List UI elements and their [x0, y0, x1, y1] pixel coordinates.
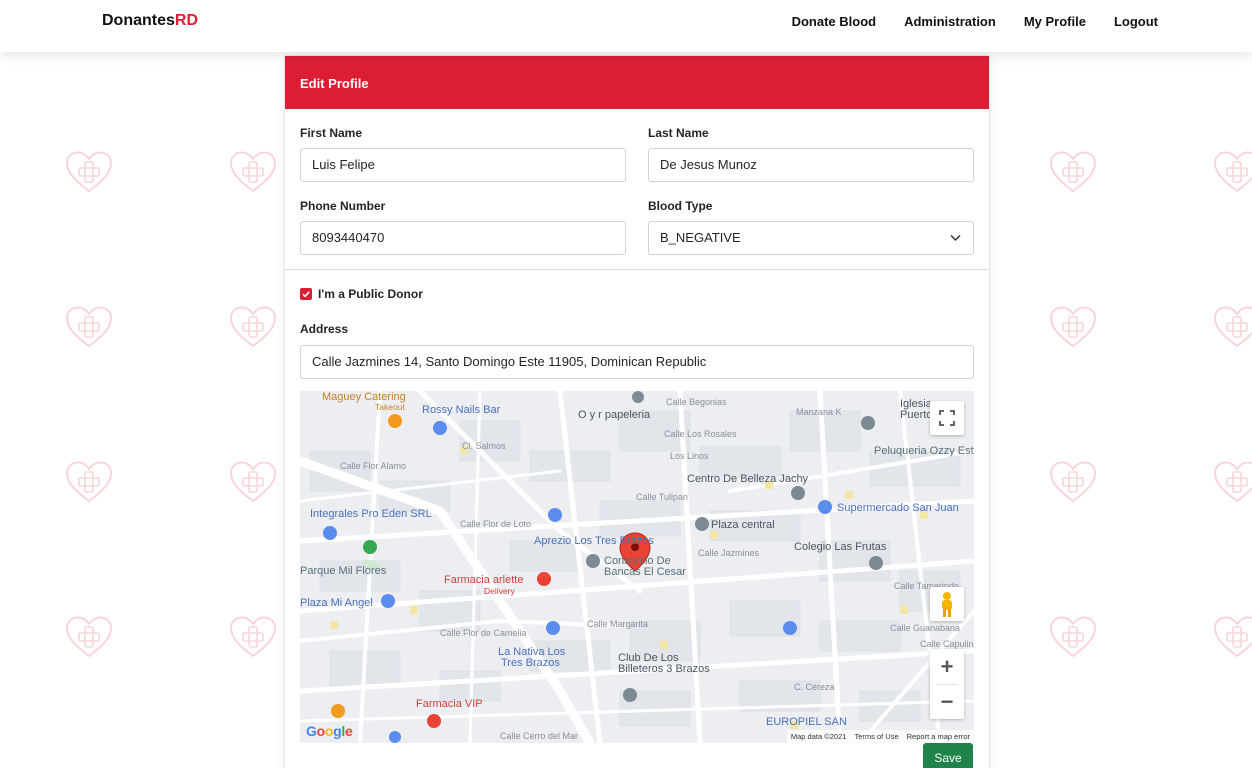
map-zoom-control: + −: [930, 649, 964, 719]
map-label-rossy: Rossy Nails Bar: [422, 404, 501, 416]
nav-links: Donate Blood Administration My Profile L…: [792, 14, 1158, 29]
heart-plus-icon: [1212, 615, 1252, 659]
street-cerro: Calle Cerro del Mar: [500, 731, 579, 741]
map-zoom-out-button[interactable]: −: [930, 684, 964, 719]
heart-plus-icon: [228, 305, 278, 349]
map-attribution: Map data ©2021 Terms of Use Report a map…: [786, 730, 974, 743]
last-name-input[interactable]: De Jesus Munoz: [648, 148, 974, 182]
map-street-view-button[interactable]: [930, 587, 964, 621]
street-rosales: Calle Los Rosales: [664, 429, 737, 439]
nav-donate-blood[interactable]: Donate Blood: [792, 14, 877, 29]
street-manzana: Manzana K: [796, 407, 842, 417]
street-begonias: Calle Begonias: [666, 397, 727, 407]
location-map[interactable]: Maguey Catering Takeout Rossy Nails Bar …: [300, 391, 974, 743]
checkbox-checked-icon: [302, 291, 310, 298]
street-cereza: C. Cereza: [794, 682, 835, 692]
public-donor-checkbox[interactable]: [300, 288, 312, 300]
brand-name-part2: RD: [174, 12, 199, 29]
heart-plus-icon: [1048, 460, 1098, 504]
map-label-puerto: Puerto: [900, 409, 933, 421]
street-guanabana: Calle Guanabana: [890, 623, 961, 633]
street-capulin: Calle Capulin: [920, 639, 974, 649]
top-navbar: DonantesRD Donate Blood Administration M…: [0, 0, 1252, 52]
heart-plus-icon: [1048, 305, 1098, 349]
section-divider: [285, 269, 989, 270]
fullscreen-icon: [939, 410, 955, 426]
map-label-integrales: Integrales Pro Eden SRL: [310, 508, 432, 520]
heart-plus-icon: [1212, 460, 1252, 504]
heart-plus-icon: [64, 150, 114, 194]
pegman-icon: [942, 592, 952, 617]
blood-type-label: Blood Type: [648, 199, 713, 213]
map-label-supermercado: Supermercado San Juan: [837, 502, 959, 514]
map-label-colegio: Colegio Las Frutas: [794, 541, 887, 553]
heart-plus-icon: [64, 615, 114, 659]
map-label-centro: Centro De Belleza Jachy: [687, 473, 809, 485]
chevron-down-icon: [950, 234, 961, 242]
heart-plus-icon: [1212, 305, 1252, 349]
nav-my-profile[interactable]: My Profile: [1024, 14, 1086, 29]
map-data-text: Map data ©2021: [790, 732, 847, 741]
google-logo: Google: [306, 723, 353, 739]
street-linos: Los Linos: [670, 451, 709, 461]
map-label-nativa-2: Tres Brazos: [501, 657, 560, 669]
map-label-plaza-angel: Plaza Mi Angel: [300, 597, 373, 609]
street-salmos: Cl. Salmos: [462, 441, 506, 451]
first-name-input[interactable]: Luis Felipe: [300, 148, 626, 182]
heart-plus-icon: [228, 150, 278, 194]
map-label-consorcio-2: Bancas El Cesar: [604, 566, 686, 578]
map-label-plaza-central: Plaza central: [711, 519, 775, 531]
street-jazmines: Calle Jazmines: [698, 548, 760, 558]
map-label-delivery: Delivery: [484, 586, 515, 596]
heart-plus-icon: [64, 305, 114, 349]
heart-plus-icon: [228, 460, 278, 504]
map-label-takeout: Takeout: [375, 402, 405, 412]
phone-number-label: Phone Number: [300, 199, 386, 213]
map-fullscreen-button[interactable]: [930, 401, 964, 435]
map-zoom-in-button[interactable]: +: [930, 649, 964, 684]
street-flor-loto: Calle Flor de Loto: [460, 519, 532, 529]
public-donor-label: I'm a Public Donor: [318, 287, 423, 301]
card-header: Edit Profile: [285, 56, 989, 109]
street-margarita: Calle Margarita: [587, 619, 649, 629]
blood-type-value: B_NEGATIVE: [660, 230, 741, 245]
map-label-club-2: Billeteros 3 Brazos: [618, 663, 710, 675]
phone-number-input[interactable]: 8093440470: [300, 221, 626, 255]
heart-plus-icon: [1212, 150, 1252, 194]
address-label: Address: [300, 322, 349, 336]
nav-logout[interactable]: Logout: [1114, 14, 1158, 29]
heart-plus-icon: [64, 460, 114, 504]
edit-profile-card: Edit Profile First Name Luis Felipe Last…: [284, 55, 990, 768]
blood-type-select[interactable]: B_NEGATIVE: [648, 221, 974, 255]
heart-plus-icon: [1048, 150, 1098, 194]
first-name-label: First Name: [300, 126, 363, 140]
brand-name-part1: Donantes: [102, 12, 175, 29]
map-label-parque: Parque Mil Flores: [300, 565, 387, 577]
heart-plus-icon: [1048, 615, 1098, 659]
map-label-papeleria: O y r papeleria: [578, 409, 651, 421]
street-tulipan: Calle Tulipan: [636, 492, 689, 502]
map-label-farmacia-vip: Farmacia VIP: [416, 698, 483, 710]
street-camelia: Calle Flor de Camelia: [440, 628, 527, 638]
map-label-europiel: EUROPIEL SAN: [766, 716, 847, 728]
save-button[interactable]: Save: [923, 743, 973, 768]
heart-plus-icon: [228, 615, 278, 659]
map-label-peluqueria: Peluqueria Ozzy Estilo: [874, 445, 974, 457]
map-report-link[interactable]: Report a map error: [907, 732, 970, 741]
address-input[interactable]: Calle Jazmines 14, Santo Domingo Este 11…: [300, 345, 974, 379]
map-terms-link[interactable]: Terms of Use: [854, 732, 898, 741]
street-flor-alamo: Calle Flor Alamo: [340, 461, 407, 471]
map-label-farmacia-arlette: Farmacia arlette: [444, 574, 524, 586]
last-name-label: Last Name: [648, 126, 709, 140]
map-label-aprezio: Aprezio Los Tres Brazos: [534, 535, 654, 547]
nav-administration[interactable]: Administration: [904, 14, 996, 29]
brand-logo[interactable]: DonantesRD: [102, 12, 198, 30]
